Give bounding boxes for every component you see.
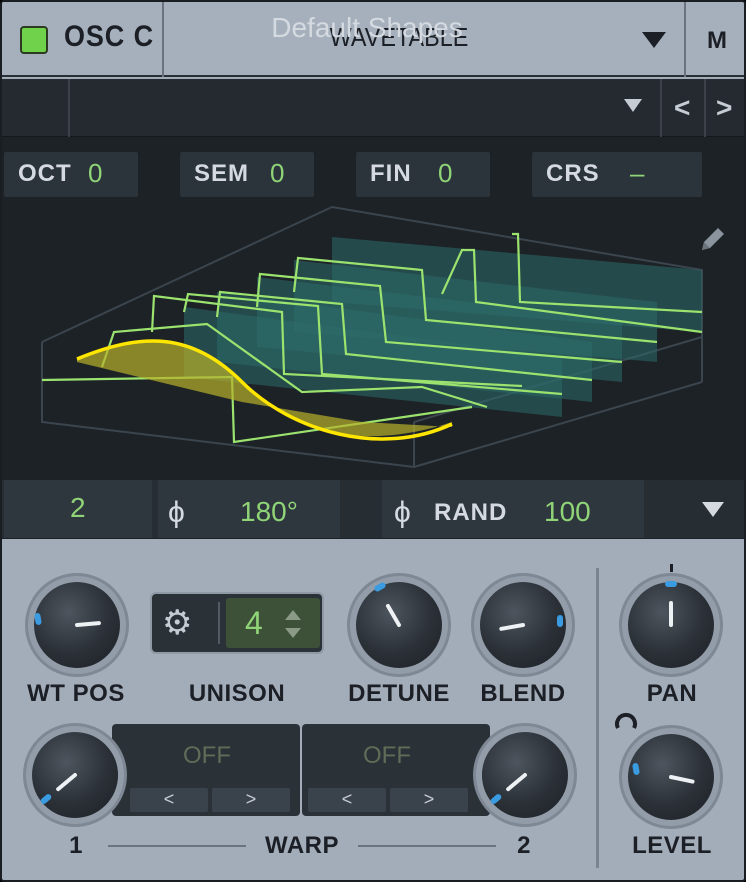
warp-1-number: 1 <box>69 832 83 859</box>
fine-value: 0 <box>438 158 453 188</box>
octave-field[interactable]: OCT 0 <box>4 152 138 197</box>
warp-1-next-button[interactable]: > <box>212 788 290 812</box>
wavetable-frames <box>184 237 702 417</box>
detune-label: DETUNE <box>348 680 450 707</box>
frame-value[interactable]: 2 <box>70 492 86 524</box>
warp-1-prev-button[interactable]: < <box>130 788 208 812</box>
warp-2-prev-button[interactable]: < <box>308 788 386 812</box>
warp-2-number: 2 <box>517 832 531 859</box>
oscillator-panel: OSC C WAVETABLE M Default Shapes < > OCT… <box>0 0 746 882</box>
phase-value[interactable]: 180° <box>240 496 298 528</box>
warp-label: WARP <box>265 832 339 859</box>
pan-label: PAN <box>646 680 698 707</box>
fine-field[interactable]: FIN 0 <box>356 152 490 197</box>
coarse-label: CRS <box>546 160 600 187</box>
rand-value[interactable]: 100 <box>544 496 591 528</box>
pencil-icon[interactable] <box>698 224 728 254</box>
level-label: LEVEL <box>632 832 712 859</box>
fine-label: FIN <box>370 160 412 187</box>
osc-enable-toggle[interactable] <box>20 26 48 54</box>
octave-label: OCT <box>18 160 72 187</box>
keytrack-icon[interactable] <box>612 708 642 738</box>
phase-rand-icon: ϕ <box>394 496 411 529</box>
phase-icon: ϕ <box>168 496 185 529</box>
pan-knob[interactable] <box>628 581 714 668</box>
semitone-value: 0 <box>270 158 285 188</box>
mode-button[interactable]: M <box>686 2 744 77</box>
next-preset-button[interactable]: > <box>716 92 732 124</box>
blend-knob[interactable] <box>480 582 566 668</box>
warp-2-knob[interactable] <box>482 732 568 818</box>
unison-label: UNISON <box>188 680 286 707</box>
gear-icon[interactable]: ⚙ <box>162 606 192 640</box>
coarse-value: – <box>630 158 645 188</box>
rand-cell <box>382 480 644 538</box>
warp-1-knob[interactable] <box>32 732 118 818</box>
warp-1-mode[interactable]: OFF <box>152 742 262 770</box>
increment-icon[interactable] <box>285 610 301 620</box>
rand-label: RAND <box>434 499 508 526</box>
decrement-icon[interactable] <box>285 628 301 638</box>
preset-dropdown-icon[interactable] <box>624 99 642 112</box>
warp-2-next-button[interactable]: > <box>390 788 468 812</box>
section-divider <box>596 568 599 868</box>
wavetable-menu-arrow-icon[interactable] <box>702 502 724 517</box>
wt-pos-knob[interactable] <box>34 582 120 668</box>
warp-2-mode[interactable]: OFF <box>332 742 442 770</box>
prev-preset-button[interactable]: < <box>674 92 690 124</box>
detune-knob[interactable] <box>356 581 442 668</box>
wt-pos-label: WT POS <box>27 680 125 707</box>
wavetable-display[interactable] <box>2 202 746 477</box>
semitone-label: SEM <box>194 160 250 187</box>
level-knob[interactable] <box>628 734 714 820</box>
unison-voices-field[interactable] <box>226 598 320 648</box>
octave-value: 0 <box>88 158 103 188</box>
wavetable-bottom-bar <box>2 480 744 538</box>
unison-voices-value: 4 <box>245 605 263 641</box>
blend-label: BLEND <box>480 680 566 707</box>
semitone-field[interactable]: SEM 0 <box>180 152 314 197</box>
preset-name[interactable]: Default Shapes <box>72 12 662 44</box>
pan-center-mark <box>670 564 673 572</box>
coarse-field[interactable]: CRS – <box>532 152 702 197</box>
